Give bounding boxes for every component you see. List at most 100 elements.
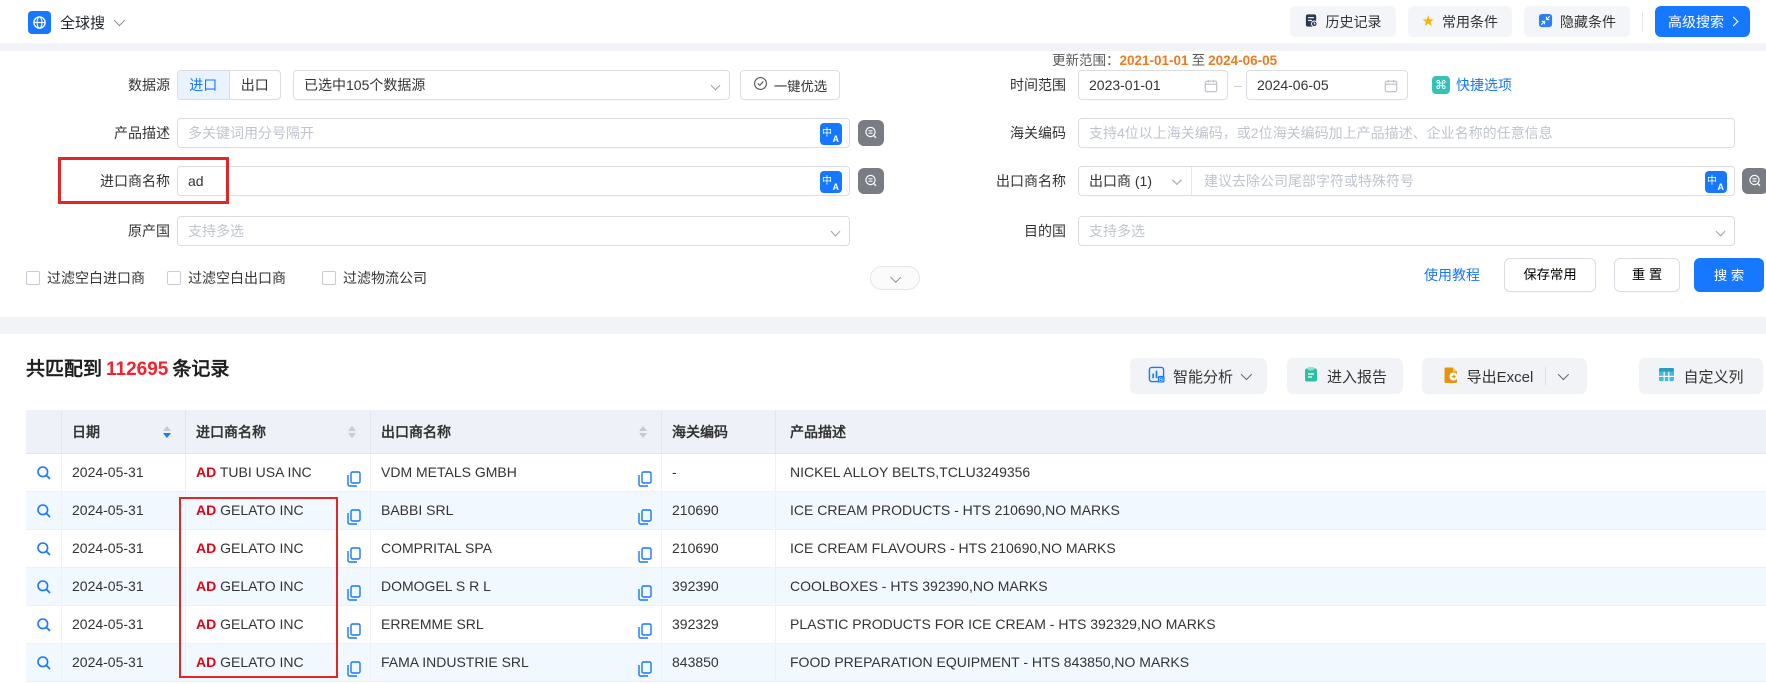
- table-header-row: 日期 进口商名称 出口商名称 海关编码 产品描述: [26, 410, 1766, 454]
- sort-control[interactable]: [163, 426, 171, 438]
- advanced-search-button[interactable]: 高级搜索: [1655, 6, 1750, 37]
- header-importer[interactable]: 进口商名称: [186, 410, 371, 454]
- calendar-icon: [1204, 79, 1218, 96]
- importer-name: GELATO INC: [216, 502, 303, 518]
- header-date[interactable]: 日期: [62, 410, 186, 454]
- hide-conditions-button[interactable]: 隐藏条件: [1524, 6, 1630, 37]
- datasource-select[interactable]: 已选中105个数据源: [293, 70, 730, 100]
- translate-icon[interactable]: 中A: [1705, 171, 1727, 193]
- one-click-select-button[interactable]: 一键优选: [740, 70, 840, 100]
- smart-analysis-button[interactable]: Bi 智能分析: [1130, 358, 1267, 394]
- importer-name: GELATO INC: [216, 578, 303, 594]
- chevron-down-icon: [114, 15, 125, 26]
- importer-name-input[interactable]: ad 中A: [177, 166, 850, 196]
- synonym-search-button[interactable]: [858, 120, 884, 146]
- hs-code-label: 海关编码: [926, 118, 1066, 148]
- cell-hs-code: 843850: [662, 644, 776, 682]
- globe-icon: [28, 11, 51, 34]
- copy-icon[interactable]: [638, 464, 652, 492]
- translate-en: A: [833, 182, 840, 192]
- search-detail-icon[interactable]: [36, 465, 52, 481]
- chevron-down-icon: [831, 227, 841, 237]
- update-range-from: 2021-01-01: [1120, 53, 1189, 68]
- save-conditions-button[interactable]: 保存常用: [1504, 258, 1596, 292]
- copy-icon[interactable]: [638, 540, 652, 568]
- importer-highlight: AD: [196, 502, 216, 518]
- search-detail-icon[interactable]: [36, 617, 52, 633]
- cell-hs-code: 210690: [662, 530, 776, 568]
- cell-date: 2024-05-31: [62, 606, 186, 644]
- search-detail-icon[interactable]: [36, 503, 52, 519]
- columns-grid-icon: [1658, 367, 1675, 386]
- exporter-type-select[interactable]: 出口商 (1): [1089, 167, 1192, 195]
- translate-icon[interactable]: 中A: [820, 123, 842, 145]
- importer-highlight: AD: [196, 578, 216, 594]
- translate-icon[interactable]: 中A: [820, 171, 842, 193]
- shortcut-icon: ⌘: [1432, 76, 1450, 94]
- cell-date: 2024-05-31: [62, 454, 186, 492]
- search-detail-icon[interactable]: [36, 579, 52, 595]
- tab-export[interactable]: 出口: [229, 71, 281, 99]
- search-detail-icon[interactable]: [36, 655, 52, 671]
- importer-name: TUBI USA INC: [216, 464, 311, 480]
- tab-import[interactable]: 进口: [178, 71, 229, 99]
- export-excel-label: 导出Excel: [1467, 366, 1534, 387]
- header-hs-code: 海关编码: [662, 410, 776, 454]
- excel-export-icon: [1443, 366, 1459, 387]
- copy-icon[interactable]: [638, 616, 652, 644]
- chevron-down-icon[interactable]: [1558, 369, 1569, 380]
- reset-button[interactable]: 重 置: [1614, 258, 1680, 292]
- export-excel-button[interactable]: 导出Excel: [1422, 358, 1587, 394]
- sort-control[interactable]: [639, 426, 647, 438]
- update-range-join: 至: [1189, 53, 1209, 68]
- favorite-conditions-label: 常用条件: [1442, 12, 1498, 32]
- importer-name: GELATO INC: [216, 616, 303, 632]
- dest-country-select[interactable]: 支持多选: [1078, 216, 1735, 246]
- copy-icon[interactable]: [347, 464, 361, 492]
- date-to-input[interactable]: 2024-06-05: [1246, 70, 1408, 100]
- copy-icon[interactable]: [347, 616, 361, 644]
- search-button[interactable]: 搜 索: [1694, 258, 1764, 292]
- search-detail-icon[interactable]: [36, 541, 52, 557]
- table-row: 2024-05-31 AD GELATO INC BABBI SRL 21069…: [26, 492, 1766, 530]
- one-click-select-label: 一键优选: [774, 76, 827, 95]
- cell-importer: AD GELATO INC: [186, 492, 371, 530]
- history-label: 历史记录: [1326, 12, 1382, 32]
- history-button[interactable]: 历史记录: [1290, 6, 1396, 37]
- favorite-conditions-button[interactable]: ★ 常用条件: [1408, 6, 1512, 37]
- cell-exporter: BABBI SRL: [371, 492, 662, 530]
- app-switcher[interactable]: 全球搜: [28, 10, 122, 34]
- cell-product-desc: NICKEL ALLOY BELTS,TCLU3249356: [776, 454, 1766, 492]
- copy-icon[interactable]: [347, 502, 361, 530]
- header-product-desc: 产品描述: [776, 410, 1766, 454]
- enter-report-button[interactable]: 进入报告: [1287, 358, 1403, 394]
- chevron-down-icon: [711, 81, 721, 91]
- tutorial-link[interactable]: 使用教程: [1424, 258, 1480, 292]
- copy-icon[interactable]: [638, 654, 652, 682]
- quick-options-link[interactable]: 快捷选项: [1456, 70, 1512, 100]
- product-desc-input[interactable]: 多关键词用分号隔开 中A: [177, 118, 850, 148]
- importer-highlight: AD: [196, 540, 216, 556]
- copy-icon[interactable]: [638, 502, 652, 530]
- copy-icon[interactable]: [347, 540, 361, 568]
- exporter-type-value: 出口商 (1): [1089, 171, 1152, 191]
- sort-control[interactable]: [348, 426, 356, 438]
- hide-conditions-label: 隐藏条件: [1560, 12, 1616, 32]
- customize-columns-button[interactable]: 自定义列: [1639, 358, 1763, 394]
- origin-country-select[interactable]: 支持多选: [177, 216, 850, 246]
- hs-code-input[interactable]: 支持4位以上海关编码，或2位海关编码加上产品描述、企业名称的任意信息: [1078, 118, 1735, 148]
- collapse-icon: [1538, 13, 1553, 31]
- product-desc-placeholder: 多关键词用分号隔开: [188, 123, 314, 143]
- synonym-search-button[interactable]: [858, 168, 884, 194]
- header-exporter[interactable]: 出口商名称: [371, 410, 662, 454]
- table-row: 2024-05-31 AD GELATO INC DOMOGEL S R L 3…: [26, 568, 1766, 606]
- date-from-input[interactable]: 2023-01-01: [1078, 70, 1228, 100]
- copy-icon[interactable]: [347, 578, 361, 606]
- table-row: 2024-05-31 AD GELATO INC COMPRITAL SPA 2…: [26, 530, 1766, 568]
- copy-icon[interactable]: [347, 654, 361, 682]
- importer-name-label: 进口商名称: [20, 166, 170, 196]
- synonym-search-button[interactable]: [1742, 168, 1766, 194]
- cell-exporter: FAMA INDUSTRIE SRL: [371, 644, 662, 682]
- exporter-name-input[interactable]: 出口商 (1) 建议去除公司尾部字符或特殊符号 中A: [1078, 166, 1735, 196]
- copy-icon[interactable]: [638, 578, 652, 606]
